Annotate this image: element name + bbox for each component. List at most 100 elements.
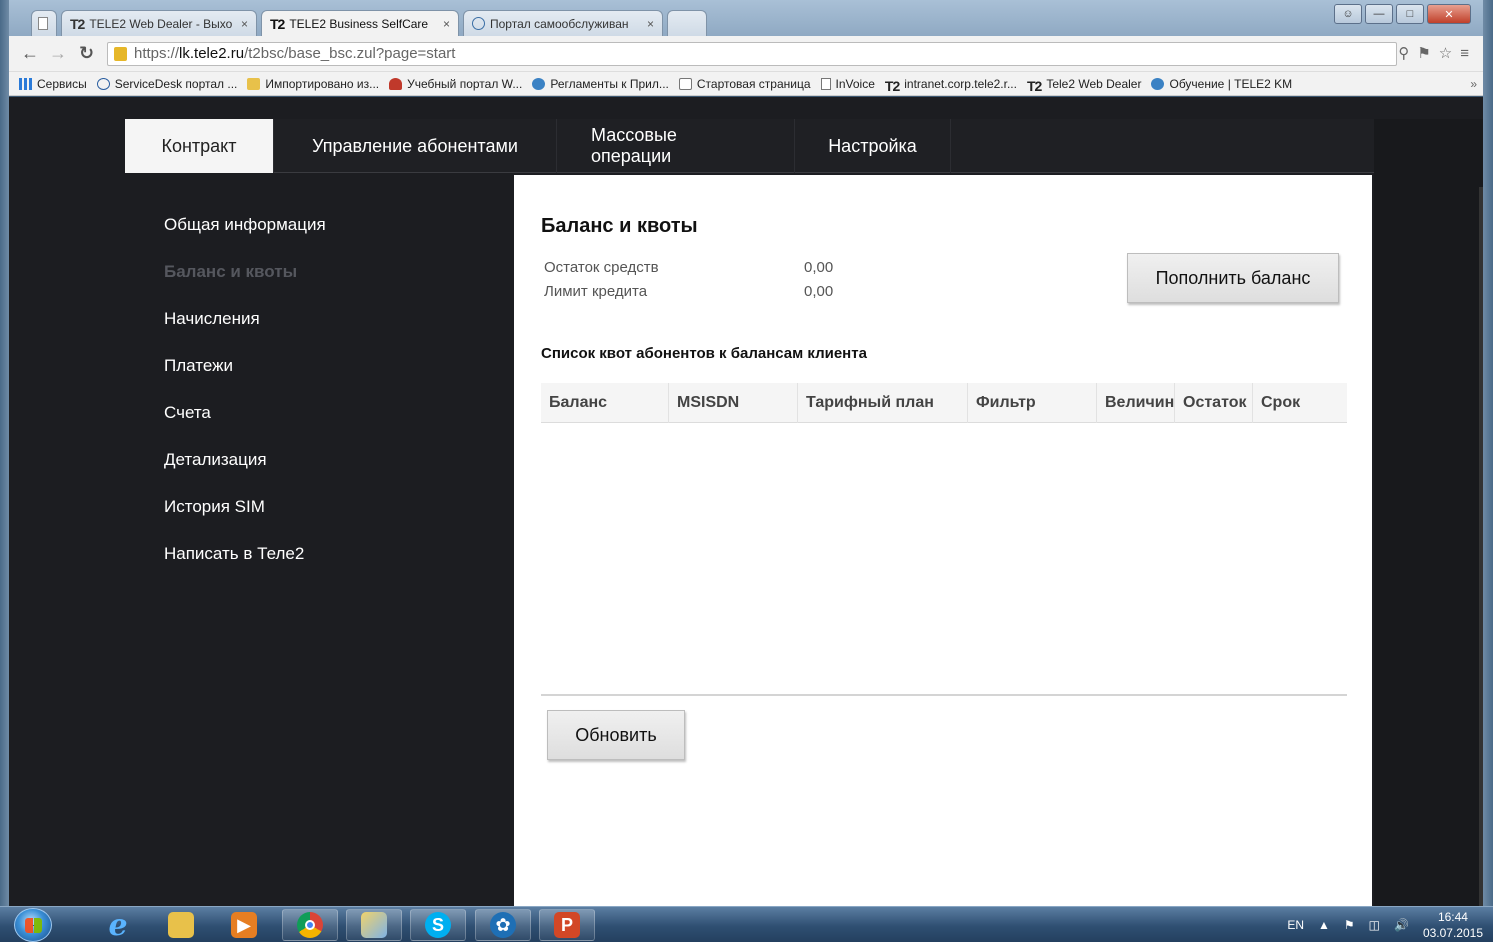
zoom-icon[interactable]: ⚲	[1398, 45, 1417, 62]
browser-tab-web-dealer[interactable]: T2 TELE2 Web Dealer - Выхо ×	[61, 10, 257, 36]
ie-icon: e	[108, 907, 128, 942]
bookmark-label: Импортировано из...	[265, 76, 380, 91]
ie-icon	[1151, 77, 1165, 90]
nav-tab-settings[interactable]: Настройка	[795, 119, 951, 173]
bookmark-learning-portal[interactable]: Учебный портал W...	[389, 77, 522, 91]
bookmark-intranet[interactable]: T2 intranet.corp.tele2.r...	[884, 76, 1017, 94]
column-header-balance[interactable]: Баланс	[541, 383, 669, 423]
bookmark-servicedesk[interactable]: ServiceDesk портал ...	[96, 76, 238, 91]
sidebar-item-invoices[interactable]: Счета	[164, 403, 211, 423]
nav-tab-mass-operations[interactable]: Массовые операции	[557, 119, 795, 173]
bookmark-label: intranet.corp.tele2.r...	[904, 76, 1017, 91]
balance-label: Остаток средств	[544, 259, 659, 276]
sidebar-item-payments[interactable]: Платежи	[164, 356, 233, 376]
tray-expand-icon[interactable]: ▲	[1318, 918, 1330, 932]
media-player-icon: ▶	[231, 912, 257, 938]
bookmark-label: InVoice	[835, 76, 875, 91]
volume-icon[interactable]: 🔊	[1394, 918, 1409, 932]
url-input[interactable]: https://lk.tele2.ru/t2bsc/base_bsc.zul?p…	[107, 42, 1397, 66]
close-window-icon[interactable]: ✕	[1427, 4, 1471, 24]
globe-icon	[472, 17, 485, 30]
bookmark-web-dealer[interactable]: T2 Tele2 Web Dealer	[1027, 76, 1142, 94]
tele2-icon: T2	[270, 16, 285, 32]
star-icon[interactable]: ☆	[1439, 45, 1460, 62]
url-path: /t2bsc/base_bsc.zul?page=start	[244, 45, 456, 62]
page-icon	[38, 17, 48, 30]
bookmark-start-page[interactable]: Стартовая страница	[678, 77, 811, 91]
start-button[interactable]	[14, 908, 52, 942]
bookmark-regulations[interactable]: Регламенты к Прил...	[532, 77, 669, 91]
bookmark-label: ServiceDesk портал ...	[114, 76, 238, 91]
tab-label: Портал самообслуживан	[490, 16, 629, 31]
browser-tab-selfservice-portal[interactable]: Портал самообслуживан ×	[463, 10, 663, 36]
tab-close-icon[interactable]: ×	[435, 17, 450, 31]
taskbar-messenger[interactable]: ✿	[475, 909, 531, 941]
user-profile-icon[interactable]: ☺	[1334, 4, 1362, 24]
bookmark-label: Tele2 Web Dealer	[1046, 76, 1142, 91]
menu-icon[interactable]: ≡	[1460, 45, 1477, 62]
extension-icon[interactable]: ⚑	[1417, 45, 1438, 62]
nav-tab-subscriber-management[interactable]: Управление абонентами	[274, 119, 557, 173]
page-icon	[820, 77, 831, 90]
sidebar-item-charges[interactable]: Начисления	[164, 309, 260, 329]
taskbar-ie[interactable]: e	[90, 907, 146, 942]
tab-label: TELE2 Business SelfCare	[289, 17, 429, 31]
app-top-band	[9, 97, 1483, 119]
ie-icon	[532, 77, 546, 90]
topup-balance-button[interactable]: Пополнить баланс	[1127, 253, 1339, 303]
apps-grid-icon	[19, 77, 32, 90]
sidebar-item-general-info[interactable]: Общая информация	[164, 215, 326, 235]
graduation-cap-icon	[389, 77, 403, 90]
taskbar-skype[interactable]: S	[410, 909, 466, 941]
clock-time: 16:44	[1437, 910, 1468, 924]
browser-tab-strip: T2 TELE2 Web Dealer - Выхо × T2 TELE2 Bu…	[9, 0, 1483, 37]
network-icon[interactable]: ◫	[1369, 918, 1380, 932]
tele2-icon: T2	[884, 77, 900, 94]
maximize-icon[interactable]: □	[1396, 4, 1424, 24]
url-scheme: https://	[134, 45, 180, 62]
column-header-remaining[interactable]: Остаток	[1175, 383, 1253, 423]
quota-table-header: Баланс MSISDN Тарифный план Фильтр Велич…	[541, 383, 1347, 423]
bookmark-services[interactable]: Сервисы	[19, 77, 87, 91]
language-indicator[interactable]: EN	[1287, 918, 1304, 932]
column-header-filter[interactable]: Фильтр	[968, 383, 1097, 423]
browser-tab-business-selfcare[interactable]: T2 TELE2 Business SelfCare ×	[261, 10, 459, 37]
back-arrow-icon[interactable]: ←	[21, 43, 39, 64]
column-header-tariff-plan[interactable]: Тарифный план	[798, 383, 968, 423]
new-blank-tab[interactable]	[31, 10, 57, 36]
windows-logo-icon	[25, 918, 42, 933]
lock-icon	[114, 47, 127, 61]
taskbar-media[interactable]: ▶	[216, 909, 272, 941]
action-center-flag-icon[interactable]: ⚑	[1344, 918, 1355, 932]
minimize-icon[interactable]: —	[1365, 4, 1393, 24]
globe-icon	[96, 77, 110, 90]
bookmark-invoice[interactable]: InVoice	[820, 76, 875, 91]
clock[interactable]: 16:44 03.07.2015	[1423, 909, 1483, 941]
column-header-term[interactable]: Срок	[1253, 383, 1347, 423]
page-scrollbar[interactable]	[1479, 187, 1483, 906]
bookmark-imported[interactable]: Импортировано из...	[247, 77, 379, 91]
bookmark-training-km[interactable]: Обучение | TELE2 KM	[1151, 77, 1292, 91]
taskbar-powerpoint[interactable]: P	[539, 909, 595, 941]
tab-close-icon[interactable]: ×	[639, 17, 654, 31]
sidebar-item-sim-history[interactable]: История SIM	[164, 497, 265, 517]
column-header-msisdn[interactable]: MSISDN	[669, 383, 798, 423]
bookmarks-overflow-icon[interactable]: »	[1470, 77, 1477, 91]
new-tab-button[interactable]	[667, 10, 707, 36]
forward-arrow-icon[interactable]: →	[49, 43, 67, 64]
sidebar-item-write-tele2[interactable]: Написать в Теле2	[164, 544, 304, 564]
folder-icon	[678, 77, 692, 90]
tab-close-icon[interactable]: ×	[233, 17, 248, 31]
sidebar-item-details[interactable]: Детализация	[164, 450, 267, 470]
taskbar-explorer[interactable]	[153, 909, 209, 941]
taskbar-chrome[interactable]	[282, 909, 338, 941]
sidebar-item-balance-quotas[interactable]: Баланс и квоты	[164, 262, 297, 282]
reload-icon[interactable]: ↻	[79, 43, 94, 64]
address-toolbar: ← → ↻ https://lk.tele2.ru/t2bsc/base_bsc…	[9, 36, 1483, 72]
taskbar-files[interactable]	[346, 909, 402, 941]
column-header-amount[interactable]: Величин	[1097, 383, 1175, 423]
credit-limit-value: 0,00	[804, 283, 834, 300]
refresh-button[interactable]: Обновить	[547, 710, 685, 760]
nav-tab-contract[interactable]: Контракт	[125, 119, 274, 173]
messenger-icon: ✿	[490, 912, 516, 938]
